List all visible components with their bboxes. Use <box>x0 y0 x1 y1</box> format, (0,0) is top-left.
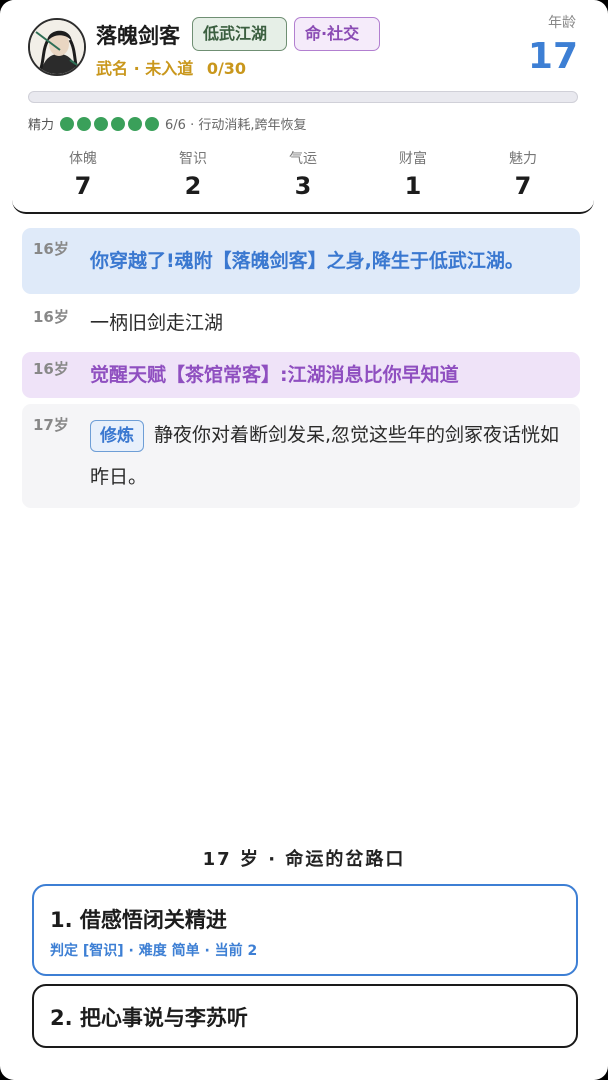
log-entry-talent: 16岁 觉醒天赋【茶馆常客】:江湖消息比你早知道 <box>22 352 580 398</box>
swordsman-portrait-icon <box>30 20 84 74</box>
energy-dot <box>94 116 109 131</box>
choice-button-1[interactable]: 1. 借感悟闭关精进 判定 [智识] · 难度 简单 · 当前 2 <box>32 884 578 976</box>
energy-dot <box>128 116 143 131</box>
rank-progress-bar <box>28 91 578 103</box>
energy-dots <box>60 116 160 131</box>
log-age: 16岁 <box>33 240 69 258</box>
log-age: 16岁 <box>33 360 69 378</box>
rank-line: 武名 · 未入道 0/30 <box>96 55 246 79</box>
crossroads-title: 17 岁 · 命运的岔路口 <box>202 849 406 870</box>
log-text: 修炼 静夜你对着断剑发呆,忽觉这些年的剑冢夜话恍如昨日。 <box>90 414 568 498</box>
energy-dot <box>111 116 126 131</box>
energy-row: 精力 6/6 · 行动消耗,跨年恢复 <box>28 114 306 133</box>
choice-title: 1. 借感悟闭关精进 <box>50 908 227 932</box>
stat-label: 智识 <box>179 151 207 167</box>
stat-value: 1 <box>404 172 422 200</box>
fate-tag: 命·社交 <box>294 17 380 51</box>
age-value: 17 <box>527 36 578 77</box>
age-label: 年龄 <box>548 15 576 31</box>
stat-label: 魅力 <box>509 151 537 167</box>
log-text: 一柄旧剑走江湖 <box>90 312 224 334</box>
stat-label: 体魄 <box>69 151 97 167</box>
stat-luck: 气运 3 <box>248 148 358 200</box>
stats-row: 体魄 7 智识 2 气运 3 财富 1 魅力 7 <box>28 148 578 200</box>
energy-dot <box>77 116 92 131</box>
stat-charm: 魅力 7 <box>468 148 578 200</box>
avatar[interactable] <box>28 18 86 76</box>
log-age: 16岁 <box>33 308 69 326</box>
log-text: 你穿越了!魂附【落魄剑客】之身,降生于低武江湖。 <box>90 250 524 272</box>
stat-label: 财富 <box>399 151 427 167</box>
stat-intellect: 智识 2 <box>138 148 248 200</box>
energy-dot <box>145 116 160 131</box>
rank-progress: 0/30 <box>206 59 247 78</box>
character-header: 落魄剑客 低武江湖 命·社交 武名 · 未入道 0/30 年龄 17 精力 6/… <box>12 0 594 214</box>
stat-value: 7 <box>74 172 92 200</box>
choice-check-info: 判定 [智识] · 难度 简单 · 当前 2 <box>50 943 258 959</box>
world-tag: 低武江湖 <box>192 17 287 51</box>
log-entry-cultivation: 17岁 修炼 静夜你对着断剑发呆,忽觉这些年的剑冢夜话恍如昨日。 <box>22 404 580 508</box>
stat-value: 2 <box>184 172 202 200</box>
stat-wealth: 财富 1 <box>358 148 468 200</box>
log-entry-origin: 16岁 一柄旧剑走江湖 <box>22 300 580 346</box>
stat-value: 7 <box>514 172 532 200</box>
event-log: 16岁 你穿越了!魂附【落魄剑客】之身,降生于低武江湖。 16岁 一柄旧剑走江湖… <box>22 228 580 514</box>
stat-physique: 体魄 7 <box>28 148 138 200</box>
stat-value: 3 <box>294 172 312 200</box>
energy-dot <box>60 116 75 131</box>
log-text: 觉醒天赋【茶馆常客】:江湖消息比你早知道 <box>90 364 459 386</box>
energy-info: 6/6 · 行动消耗,跨年恢复 <box>165 118 307 133</box>
log-text-body: 静夜你对着断剑发呆,忽觉这些年的剑冢夜话恍如昨日。 <box>90 424 560 488</box>
choice-button-2[interactable]: 2. 把心事说与李苏听 <box>32 984 578 1048</box>
character-name: 落魄剑客 <box>96 24 180 48</box>
app-screen: 落魄剑客 低武江湖 命·社交 武名 · 未入道 0/30 年龄 17 精力 6/… <box>0 0 608 1080</box>
log-entry-arrival: 16岁 你穿越了!魂附【落魄剑客】之身,降生于低武江湖。 <box>22 228 580 294</box>
energy-label: 精力 <box>28 118 55 133</box>
choice-title: 2. 把心事说与李苏听 <box>50 1006 248 1030</box>
stat-label: 气运 <box>289 151 317 167</box>
event-type-badge: 修炼 <box>90 419 144 452</box>
log-age: 17岁 <box>33 416 69 434</box>
rank-label: 武名 · 未入道 <box>96 59 194 78</box>
